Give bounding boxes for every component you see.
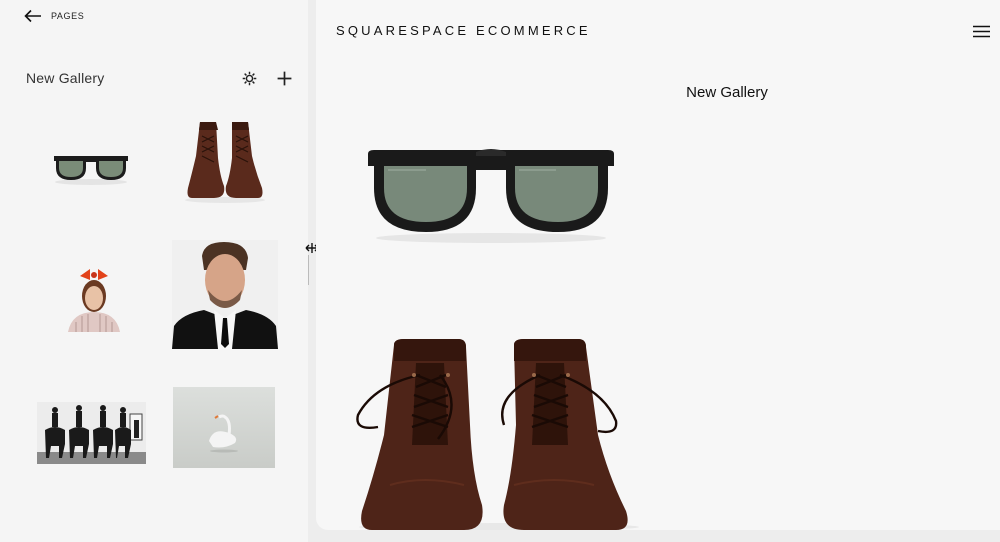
site-preview: SQUARESPACE ECOMMERCE New Gallery	[316, 0, 1000, 530]
site-title[interactable]: SQUARESPACE ECOMMERCE	[336, 23, 591, 38]
panel-title: New Gallery	[26, 70, 105, 86]
man-in-suit-image	[172, 240, 278, 349]
horse-riders-image	[37, 402, 146, 464]
swan-image	[173, 387, 275, 468]
gallery-image-boots[interactable]	[354, 335, 644, 530]
thumbnail-swan[interactable]	[173, 387, 275, 468]
thumbnail-riders[interactable]	[37, 402, 146, 464]
gallery-image-sunglasses[interactable]	[366, 140, 616, 250]
thumbnail-boots[interactable]	[182, 118, 268, 204]
gallery-title: New Gallery	[686, 84, 768, 101]
panel-divider	[308, 255, 309, 285]
sunglasses-image	[54, 156, 128, 185]
hamburger-icon[interactable]	[973, 25, 990, 38]
back-label: PAGES	[51, 11, 85, 21]
thumbnail-man[interactable]	[172, 240, 278, 349]
sunglasses-image-large	[368, 149, 614, 243]
back-to-pages-link[interactable]: PAGES	[24, 9, 84, 23]
gear-icon[interactable]	[241, 70, 258, 87]
plus-icon[interactable]	[276, 70, 293, 87]
thumbnail-girl[interactable]	[62, 266, 124, 332]
boots-image-large	[356, 339, 639, 530]
arrow-left-icon	[24, 9, 41, 23]
thumbnail-sunglasses[interactable]	[48, 148, 134, 188]
boots-image	[185, 122, 265, 203]
girl-with-bow-image	[62, 266, 124, 332]
gallery-sidebar: PAGES New Gallery	[0, 0, 308, 542]
